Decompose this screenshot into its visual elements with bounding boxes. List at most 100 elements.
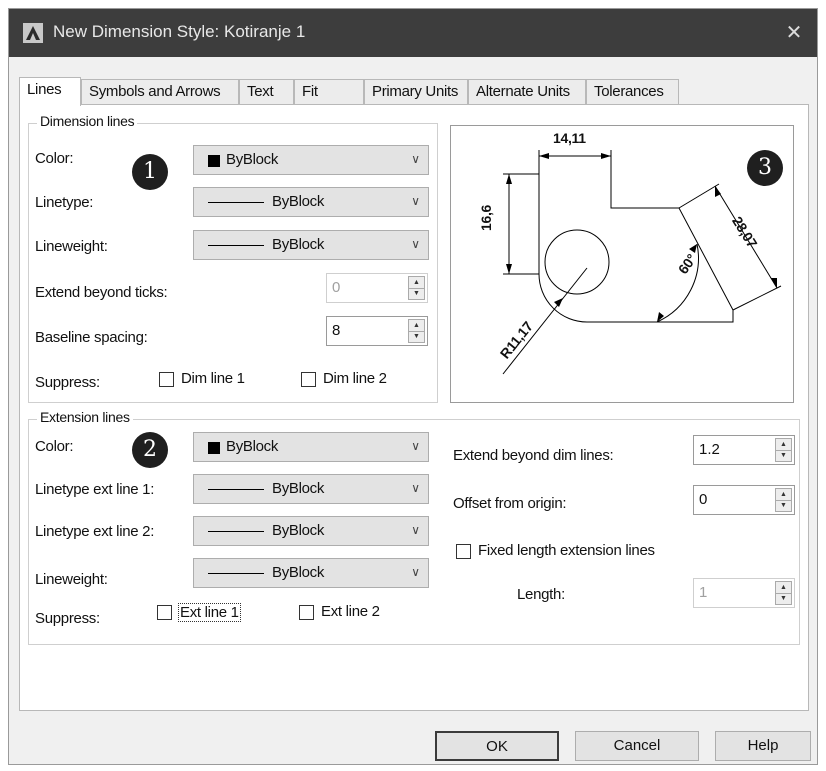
spinner-buttons: ▲ ▼ bbox=[408, 319, 425, 343]
length-spinner[interactable]: 1 ▲ ▼ bbox=[693, 578, 795, 608]
callout-badge-1: 1 bbox=[132, 154, 168, 190]
lines-tab-panel: Dimension lines Color: 1 ByBlock ∨ Linet… bbox=[19, 104, 809, 711]
ok-button[interactable]: OK bbox=[435, 731, 559, 761]
chevron-down-icon: ∨ bbox=[411, 152, 420, 166]
offset-from-origin-value: 0 bbox=[699, 491, 708, 508]
dim-linetype-combo[interactable]: ByBlock ∨ bbox=[193, 187, 429, 217]
linetype-sample bbox=[208, 531, 264, 532]
tab-symbols-and-arrows[interactable]: Symbols and Arrows bbox=[81, 79, 239, 104]
extend-beyond-dim-label: Extend beyond dim lines: bbox=[453, 447, 614, 464]
tab-tolerances[interactable]: Tolerances bbox=[586, 79, 679, 104]
chevron-down-icon: ∨ bbox=[411, 237, 420, 251]
spinner-buttons: ▲ ▼ bbox=[775, 488, 792, 512]
chevron-down-icon: ∨ bbox=[411, 194, 420, 208]
extend-ticks-value: 0 bbox=[332, 279, 341, 296]
lineweight-sample bbox=[208, 245, 264, 246]
dim-lineweight-label: Lineweight: bbox=[35, 238, 108, 255]
offset-from-origin-spinner[interactable]: 0 ▲ ▼ bbox=[693, 485, 795, 515]
baseline-spacing-label: Baseline spacing: bbox=[35, 329, 148, 346]
dialog-window: New Dimension Style: Kotiranje 1 ✕ Lines… bbox=[8, 8, 818, 765]
ext-color-combo[interactable]: ByBlock ∨ bbox=[193, 432, 429, 462]
baseline-spacing-value: 8 bbox=[332, 322, 341, 339]
dim-color-combo[interactable]: ByBlock ∨ bbox=[193, 145, 429, 175]
tab-lines[interactable]: Lines bbox=[19, 77, 81, 106]
autocad-app-icon bbox=[23, 23, 43, 43]
fixed-length-checkbox[interactable] bbox=[456, 544, 471, 559]
part-hole bbox=[544, 229, 610, 295]
ext-line-1-label[interactable]: Ext line 1 bbox=[178, 603, 241, 622]
offset-from-origin-label: Offset from origin: bbox=[453, 495, 567, 512]
callout-badge-2: 2 bbox=[132, 432, 168, 468]
chevron-down-icon: ∨ bbox=[411, 565, 420, 579]
spinner-buttons: ▲ ▼ bbox=[775, 438, 792, 462]
extend-beyond-dim-spinner[interactable]: 1.2 ▲ ▼ bbox=[693, 435, 795, 465]
dim-color-label: Color: bbox=[35, 150, 74, 167]
window-title: New Dimension Style: Kotiranje 1 bbox=[53, 22, 306, 41]
dimension-lines-group: Dimension lines Color: 1 ByBlock ∨ Linet… bbox=[28, 113, 438, 403]
ext-lineweight-label: Lineweight: bbox=[35, 571, 108, 588]
dim-suppress-label: Suppress: bbox=[35, 374, 100, 391]
spin-down-icon[interactable]: ▼ bbox=[776, 593, 791, 604]
extension-lines-group: Extension lines Color: 2 ByBlock ∨ Linet… bbox=[28, 409, 800, 645]
ext-line-2-label[interactable]: Ext line 2 bbox=[321, 603, 380, 620]
ext-color-value: ByBlock bbox=[226, 438, 279, 455]
dim-linetype-value: ByBlock bbox=[272, 193, 325, 210]
linetype-ext-1-value: ByBlock bbox=[272, 480, 325, 497]
tab-text[interactable]: Text bbox=[239, 79, 294, 104]
spin-down-icon[interactable]: ▼ bbox=[409, 288, 424, 299]
part-outline bbox=[538, 174, 734, 323]
ext-line-2-checkbox[interactable] bbox=[299, 605, 314, 620]
spin-down-icon[interactable]: ▼ bbox=[776, 500, 791, 511]
callout-badge-3: 3 bbox=[747, 150, 783, 186]
linetype-ext-1-combo[interactable]: ByBlock ∨ bbox=[193, 474, 429, 504]
cancel-button[interactable]: Cancel bbox=[575, 731, 699, 761]
ext-lineweight-combo[interactable]: ByBlock ∨ bbox=[193, 558, 429, 588]
spin-down-icon[interactable]: ▼ bbox=[776, 450, 791, 461]
tab-fit[interactable]: Fit bbox=[294, 79, 364, 104]
help-button[interactable]: Help bbox=[715, 731, 811, 761]
tab-primary-units[interactable]: Primary Units bbox=[364, 79, 468, 104]
extend-ticks-spinner[interactable]: 0 ▲ ▼ bbox=[326, 273, 428, 303]
spinner-buttons: ▲ ▼ bbox=[775, 581, 792, 605]
fixed-length-label[interactable]: Fixed length extension lines bbox=[478, 542, 655, 559]
linetype-ext-2-value: ByBlock bbox=[272, 522, 325, 539]
dimension-lines-legend: Dimension lines bbox=[37, 113, 138, 129]
dim-line-2-label[interactable]: Dim line 2 bbox=[323, 370, 387, 387]
color-swatch bbox=[208, 155, 220, 167]
baseline-spacing-spinner[interactable]: 8 ▲ ▼ bbox=[326, 316, 428, 346]
chevron-down-icon: ∨ bbox=[411, 481, 420, 495]
dim-linetype-label: Linetype: bbox=[35, 194, 94, 211]
length-label: Length: bbox=[517, 586, 565, 603]
extension-lines-legend: Extension lines bbox=[37, 409, 133, 425]
chevron-down-icon: ∨ bbox=[411, 523, 420, 537]
dim-lineweight-value: ByBlock bbox=[272, 236, 325, 253]
ext-lineweight-value: ByBlock bbox=[272, 564, 325, 581]
ext-suppress-label: Suppress: bbox=[35, 610, 100, 627]
preview-dim-left: 16,6 bbox=[478, 204, 495, 232]
color-swatch bbox=[208, 442, 220, 454]
preview-drawing bbox=[502, 150, 782, 375]
extend-ticks-label: Extend beyond ticks: bbox=[35, 284, 168, 301]
linetype-ext-1-label: Linetype ext line 1: bbox=[35, 481, 155, 498]
length-value: 1 bbox=[699, 584, 708, 601]
dim-color-value: ByBlock bbox=[226, 151, 279, 168]
spin-down-icon[interactable]: ▼ bbox=[409, 331, 424, 342]
close-button[interactable]: ✕ bbox=[771, 9, 817, 57]
linetype-sample bbox=[208, 202, 264, 203]
tab-alternate-units[interactable]: Alternate Units bbox=[468, 79, 586, 104]
dim-lineweight-combo[interactable]: ByBlock ∨ bbox=[193, 230, 429, 260]
spinner-buttons: ▲ ▼ bbox=[408, 276, 425, 300]
ext-color-label: Color: bbox=[35, 438, 74, 455]
dimension-style-preview: 14,11 16,6 28,07 60° R11,17 3 bbox=[450, 125, 794, 403]
dim-line-1-label[interactable]: Dim line 1 bbox=[181, 370, 245, 387]
lineweight-sample bbox=[208, 573, 264, 574]
linetype-sample bbox=[208, 489, 264, 490]
linetype-ext-2-combo[interactable]: ByBlock ∨ bbox=[193, 516, 429, 546]
dim-line-2-checkbox[interactable] bbox=[301, 372, 316, 387]
extend-beyond-dim-value: 1.2 bbox=[699, 441, 720, 458]
chevron-down-icon: ∨ bbox=[411, 439, 420, 453]
ext-line-1-checkbox[interactable] bbox=[157, 605, 172, 620]
dim-line-1-checkbox[interactable] bbox=[159, 372, 174, 387]
linetype-ext-2-label: Linetype ext line 2: bbox=[35, 523, 155, 540]
title-bar[interactable]: New Dimension Style: Kotiranje 1 ✕ bbox=[9, 9, 817, 57]
